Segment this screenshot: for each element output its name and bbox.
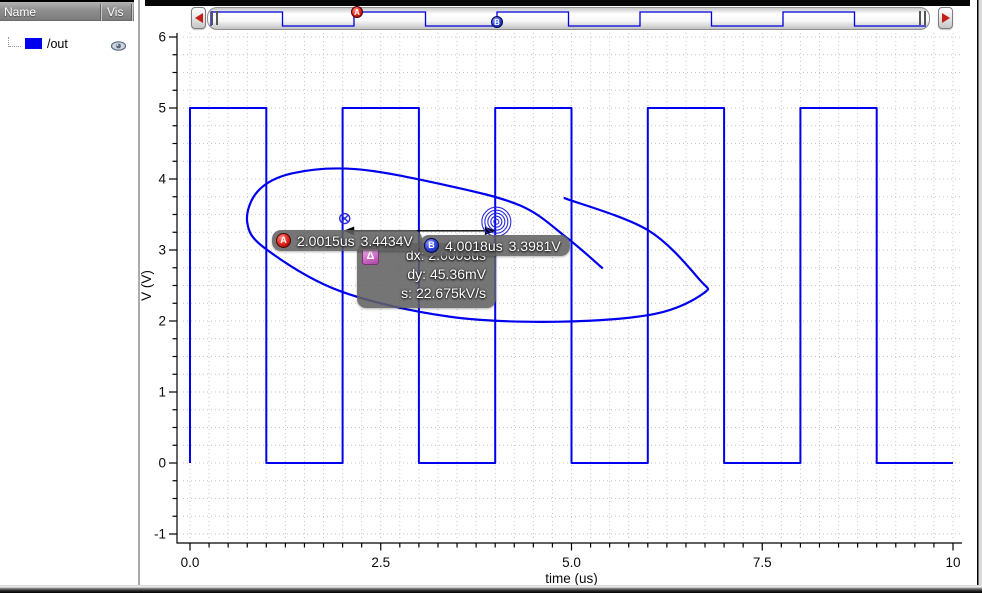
svg-text:2.5: 2.5	[371, 555, 390, 570]
column-header-vis[interactable]: Vis	[107, 3, 123, 22]
marker-a-value: 3.4434V	[360, 232, 413, 249]
trace-color-swatch	[25, 38, 42, 49]
column-divider[interactable]	[131, 4, 132, 21]
overview-scroll-right-button[interactable]	[938, 7, 953, 29]
axis-tick-labels: -1 0 1 2 3 4 5 6 0.0 2.5 5.0 7.5 10	[154, 30, 961, 571]
overview-marker-b-badge[interactable]: B	[491, 16, 503, 28]
marker-a-time: 2.0015us	[297, 232, 355, 249]
sidebar-header: Name Vis	[0, 0, 134, 21]
overview-scrollbar-thumb[interactable]	[207, 7, 930, 30]
marker-a-label[interactable]: A 2.0015us 3.4434V	[272, 230, 422, 251]
left-arrow-icon	[194, 13, 203, 23]
marker-b-point	[481, 206, 512, 237]
marker-a-badge-icon: A	[276, 233, 291, 248]
overview-mini-waveform	[210, 11, 926, 27]
svg-text:7.5: 7.5	[753, 555, 772, 570]
marker-b-label[interactable]: B 4.0018us 3.3981V	[420, 235, 570, 256]
svg-text:1: 1	[158, 385, 166, 400]
axes	[169, 33, 962, 551]
marker-b-value: 3.3981V	[508, 237, 561, 254]
signal-name[interactable]: /out	[47, 37, 68, 51]
tree-branch-glyph	[9, 46, 21, 48]
svg-text:2: 2	[158, 314, 166, 329]
svg-text:5.0: 5.0	[562, 555, 581, 570]
right-arrow-icon	[941, 13, 950, 23]
svg-text:4: 4	[158, 172, 166, 187]
marker-b-badge-icon: B	[424, 238, 439, 253]
delta-dy: dy: 45.36mV	[407, 266, 486, 282]
marker-a-point	[339, 212, 351, 225]
svg-text:6: 6	[158, 30, 166, 45]
svg-text:-1: -1	[154, 527, 166, 542]
x-axis-title: time (us)	[545, 571, 598, 586]
svg-text:0: 0	[158, 456, 166, 471]
overview-marker-a-badge[interactable]: A	[351, 6, 363, 18]
window-bottom-edge	[0, 585, 982, 593]
svg-text:10: 10	[945, 555, 960, 570]
visibility-eye-icon[interactable]	[110, 40, 127, 52]
overview-resize-handle-left[interactable]	[211, 11, 218, 25]
overview-resize-handle-right[interactable]	[919, 11, 926, 25]
svg-text:3: 3	[158, 243, 166, 258]
marker-b-time: 4.0018us	[445, 237, 503, 254]
column-header-name[interactable]: Name	[4, 3, 36, 22]
svg-text:5: 5	[158, 101, 166, 116]
delta-slope: s: 22.675kV/s	[401, 285, 486, 301]
column-divider[interactable]	[100, 4, 101, 21]
y-axis-title: V (V)	[139, 270, 154, 301]
panel-splitter[interactable]	[138, 0, 140, 586]
svg-text:0.0: 0.0	[181, 555, 200, 570]
window-right-edge	[977, 0, 982, 593]
waveform-viewer-window: { "sidebar": { "header": { "name": "Name…	[0, 0, 982, 593]
overview-scroll-left-button[interactable]	[191, 7, 206, 29]
signal-sidebar: Name Vis /out	[0, 0, 134, 593]
